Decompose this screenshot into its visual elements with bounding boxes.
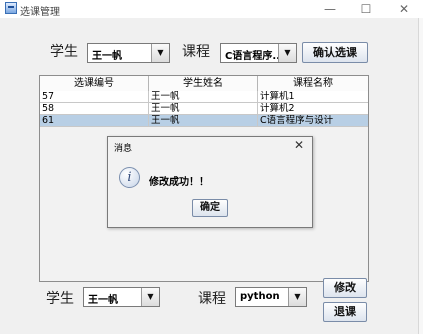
chevron-down-icon[interactable]: ▼ [288, 288, 306, 306]
column-header-enroll-id[interactable]: 选课编号 [40, 76, 149, 91]
bottom-student-value: 王一帆 [88, 295, 118, 306]
cell-course-name: 计算机1 [258, 91, 368, 103]
message-dialog: 消息 ✕ i 修改成功！！ 确定 [107, 136, 313, 228]
window-edge [418, 18, 423, 334]
modify-button[interactable]: 修改 [323, 278, 367, 298]
cell-student-name: 王一帆 [149, 103, 258, 115]
table-row-selected[interactable]: 61 王一帆 C语言程序与设计 [40, 115, 368, 127]
drop-course-button[interactable]: 退课 [323, 302, 367, 322]
cell-course-name: C语言程序与设计 [258, 115, 368, 127]
column-header-course-name[interactable]: 课程名称 [258, 76, 368, 91]
top-student-label: 学生 [50, 44, 78, 60]
window-title: 选课管理 [20, 7, 60, 18]
bottom-student-combo[interactable]: 王一帆 ▼ [83, 287, 160, 307]
top-course-combo[interactable]: C语言程序... ▼ [220, 43, 297, 63]
cell-course-name: 计算机2 [258, 103, 368, 115]
cell-enroll-id: 57 [40, 91, 149, 103]
chevron-down-icon[interactable]: ▼ [278, 44, 296, 62]
dialog-message: 修改成功！！ [149, 177, 209, 188]
table-row[interactable]: 58 王一帆 计算机2 [40, 103, 368, 115]
column-header-student-name[interactable]: 学生姓名 [149, 76, 258, 91]
bottom-course-combo[interactable]: python ▼ [235, 287, 307, 307]
table-header: 选课编号 学生姓名 课程名称 [40, 76, 368, 92]
top-course-label: 课程 [182, 44, 210, 60]
cell-student-name: 王一帆 [149, 91, 258, 103]
confirm-enroll-button[interactable]: 确认选课 [302, 42, 368, 63]
cell-enroll-id: 61 [40, 115, 149, 127]
bottom-course-value: python [240, 291, 280, 302]
close-button[interactable]: ✕ [392, 1, 416, 17]
top-course-value: C语言程序... [225, 51, 281, 62]
close-icon[interactable]: ✕ [294, 138, 304, 152]
top-student-value: 王一帆 [92, 51, 122, 62]
table-row[interactable]: 57 王一帆 计算机1 [40, 91, 368, 103]
bottom-course-label: 课程 [198, 291, 226, 307]
top-student-combo[interactable]: 王一帆 ▼ [87, 43, 170, 63]
minimize-button[interactable]: — [318, 1, 342, 17]
cell-enroll-id: 58 [40, 103, 149, 115]
info-icon: i [119, 167, 140, 188]
title-bar: 选课管理 — ☐ ✕ [0, 0, 423, 18]
cell-student-name: 王一帆 [149, 115, 258, 127]
bottom-student-label: 学生 [46, 291, 74, 307]
app-icon [5, 2, 17, 14]
ok-button[interactable]: 确定 [192, 199, 228, 217]
chevron-down-icon[interactable]: ▼ [141, 288, 159, 306]
maximize-button[interactable]: ☐ [354, 1, 378, 17]
chevron-down-icon[interactable]: ▼ [151, 44, 169, 62]
dialog-title: 消息 [114, 144, 133, 154]
